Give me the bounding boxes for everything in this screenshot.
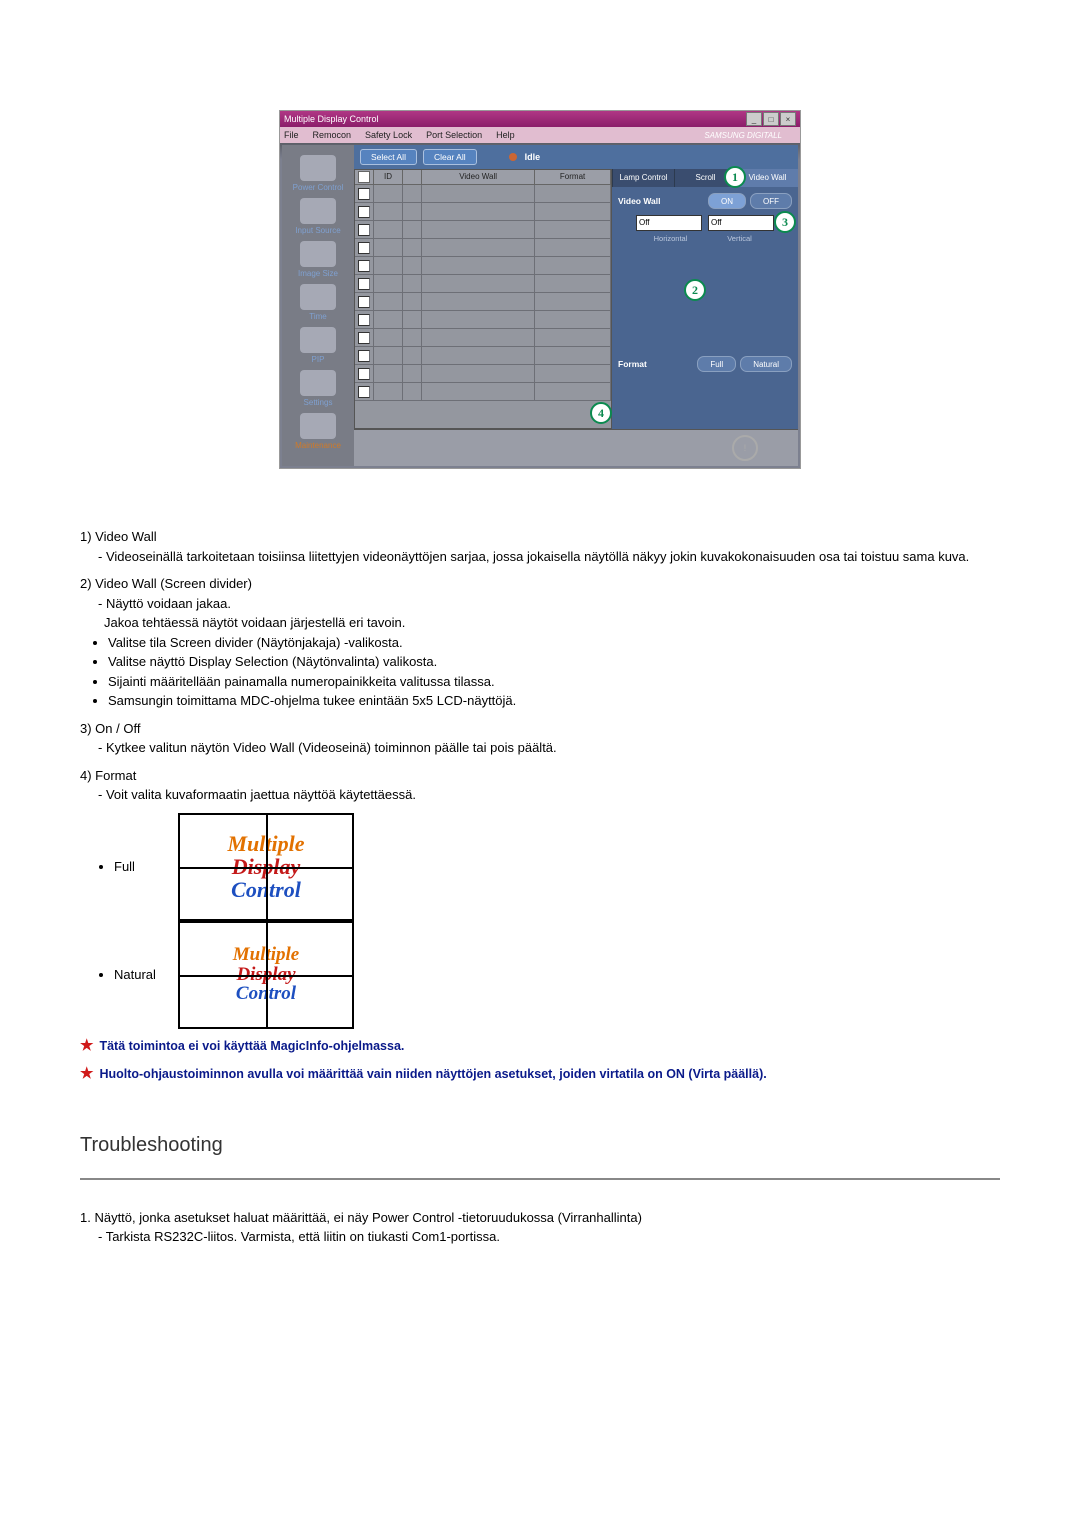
off-button[interactable]: OFF: [750, 193, 792, 209]
document-body: 1) Video Wall - Videoseinällä tarkoiteta…: [80, 509, 1000, 1257]
s4-title: 4) Format: [80, 766, 1000, 786]
table-row[interactable]: [355, 221, 611, 239]
format-full-preview: Multiple Display Control: [178, 813, 354, 921]
fmt-natural-label: Natural: [114, 965, 178, 985]
horizontal-select[interactable]: Off: [636, 215, 702, 231]
status-dot-icon: [509, 153, 517, 161]
table-row[interactable]: [355, 275, 611, 293]
table-row[interactable]: [355, 257, 611, 275]
s2-b3: Sijainti määritellään painamalla numerop…: [108, 672, 1000, 692]
format-full-button[interactable]: Full: [697, 356, 736, 372]
info-icon: !: [732, 435, 758, 461]
brand-label: SAMSUNG DIGITALL: [529, 131, 782, 140]
annotation-2: 2: [684, 279, 706, 301]
sidebar-item-image-size[interactable]: Image Size: [290, 241, 346, 278]
sidebar-item-settings[interactable]: Settings: [290, 370, 346, 407]
s2-title: 2) Video Wall (Screen divider): [80, 574, 1000, 594]
sidebar-item-maintenance[interactable]: Maintenance: [290, 413, 346, 450]
annotation-1: 1: [724, 166, 746, 188]
annotation-3: 3: [774, 211, 796, 233]
video-wall-label: Video Wall: [618, 196, 661, 206]
menu-bar: File Remocon Safety Lock Port Selection …: [280, 127, 800, 143]
s3-l1: - Kytkee valitun näytön Video Wall (Vide…: [80, 738, 1000, 758]
s2-b4: Samsungin toimittama MDC-ohjelma tukee e…: [108, 691, 1000, 711]
note2: Huolto-ohjaustoiminnon avulla voi määrit…: [99, 1067, 766, 1081]
s2-b2: Valitse näyttö Display Selection (Näytön…: [108, 652, 1000, 672]
on-button[interactable]: ON: [708, 193, 746, 209]
s1-line: - Videoseinällä tarkoitetaan toisiinsa l…: [80, 547, 1000, 567]
s3-title: 3) On / Off: [80, 719, 1000, 739]
format-natural-preview: Multiple Display Control: [178, 921, 354, 1029]
tab-lamp-control[interactable]: Lamp Control: [612, 169, 674, 187]
star-icon: ★: [80, 1037, 93, 1054]
select-all-button[interactable]: Select All: [360, 149, 417, 165]
table-row[interactable]: [355, 347, 611, 365]
bottom-bar: !: [354, 429, 798, 466]
format-label: Format: [618, 359, 647, 369]
display-grid: ID Video Wall Format: [354, 169, 612, 429]
troubleshooting-heading: Troubleshooting: [80, 1130, 1000, 1160]
sidebar-item-power[interactable]: Power Control: [290, 155, 346, 192]
app-title: Multiple Display Control: [284, 114, 379, 124]
annotation-4: 4: [590, 402, 612, 424]
horizontal-label: Horizontal: [636, 234, 705, 243]
minimize-button[interactable]: _: [746, 112, 762, 126]
s4-l1: - Voit valita kuvaformaatin jaettua näyt…: [80, 785, 1000, 805]
right-panel: Lamp Control Scroll Video Wall Video Wal…: [612, 169, 798, 429]
close-button[interactable]: ×: [780, 112, 796, 126]
menu-help[interactable]: Help: [496, 130, 515, 140]
status-idle: Idle: [525, 152, 541, 162]
menu-file[interactable]: File: [284, 130, 299, 140]
fmt-full-label: Full: [114, 857, 178, 877]
sidebar-item-input-source[interactable]: Input Source: [290, 198, 346, 235]
sidebar: Power Control Input Source Image Size Ti…: [282, 145, 354, 466]
s1-title: 1) Video Wall: [80, 527, 1000, 547]
vertical-label: Vertical: [705, 234, 774, 243]
maximize-button[interactable]: □: [763, 112, 779, 126]
clear-all-button[interactable]: Clear All: [423, 149, 477, 165]
note1: Tätä toimintoa ei voi käyttää MagicInfo-…: [99, 1039, 404, 1053]
table-row[interactable]: [355, 203, 611, 221]
app-window: Multiple Display Control _ □ × File Remo…: [279, 110, 801, 469]
t1-l1: - Tarkista RS232C-liitos. Varmista, että…: [80, 1227, 1000, 1247]
divider: [80, 1178, 1000, 1180]
s2-l2: Jakoa tehtäessä näytöt voidaan järjestel…: [80, 613, 1000, 633]
col-id: ID: [374, 170, 403, 184]
s2-l1: - Näyttö voidaan jakaa.: [80, 594, 1000, 614]
format-natural-button[interactable]: Natural: [740, 356, 792, 372]
menu-remocon[interactable]: Remocon: [313, 130, 352, 140]
table-row[interactable]: [355, 365, 611, 383]
table-row[interactable]: [355, 311, 611, 329]
col-video-wall: Video Wall: [422, 170, 535, 184]
s2-b1: Valitse tila Screen divider (Näytönjakaj…: [108, 633, 1000, 653]
sidebar-item-pip[interactable]: PIP: [290, 327, 346, 364]
t1: 1. Näyttö, jonka asetukset haluat määrit…: [80, 1208, 1000, 1228]
menu-port-selection[interactable]: Port Selection: [426, 130, 482, 140]
col-format: Format: [535, 170, 611, 184]
title-bar: Multiple Display Control _ □ ×: [280, 111, 800, 127]
menu-safety-lock[interactable]: Safety Lock: [365, 130, 412, 140]
star-icon: ★: [80, 1065, 93, 1082]
table-row[interactable]: [355, 239, 611, 257]
table-row[interactable]: [355, 383, 611, 401]
table-row[interactable]: [355, 329, 611, 347]
vertical-select[interactable]: Off: [708, 215, 774, 231]
table-row[interactable]: [355, 293, 611, 311]
table-row[interactable]: [355, 185, 611, 203]
sidebar-item-time[interactable]: Time: [290, 284, 346, 321]
